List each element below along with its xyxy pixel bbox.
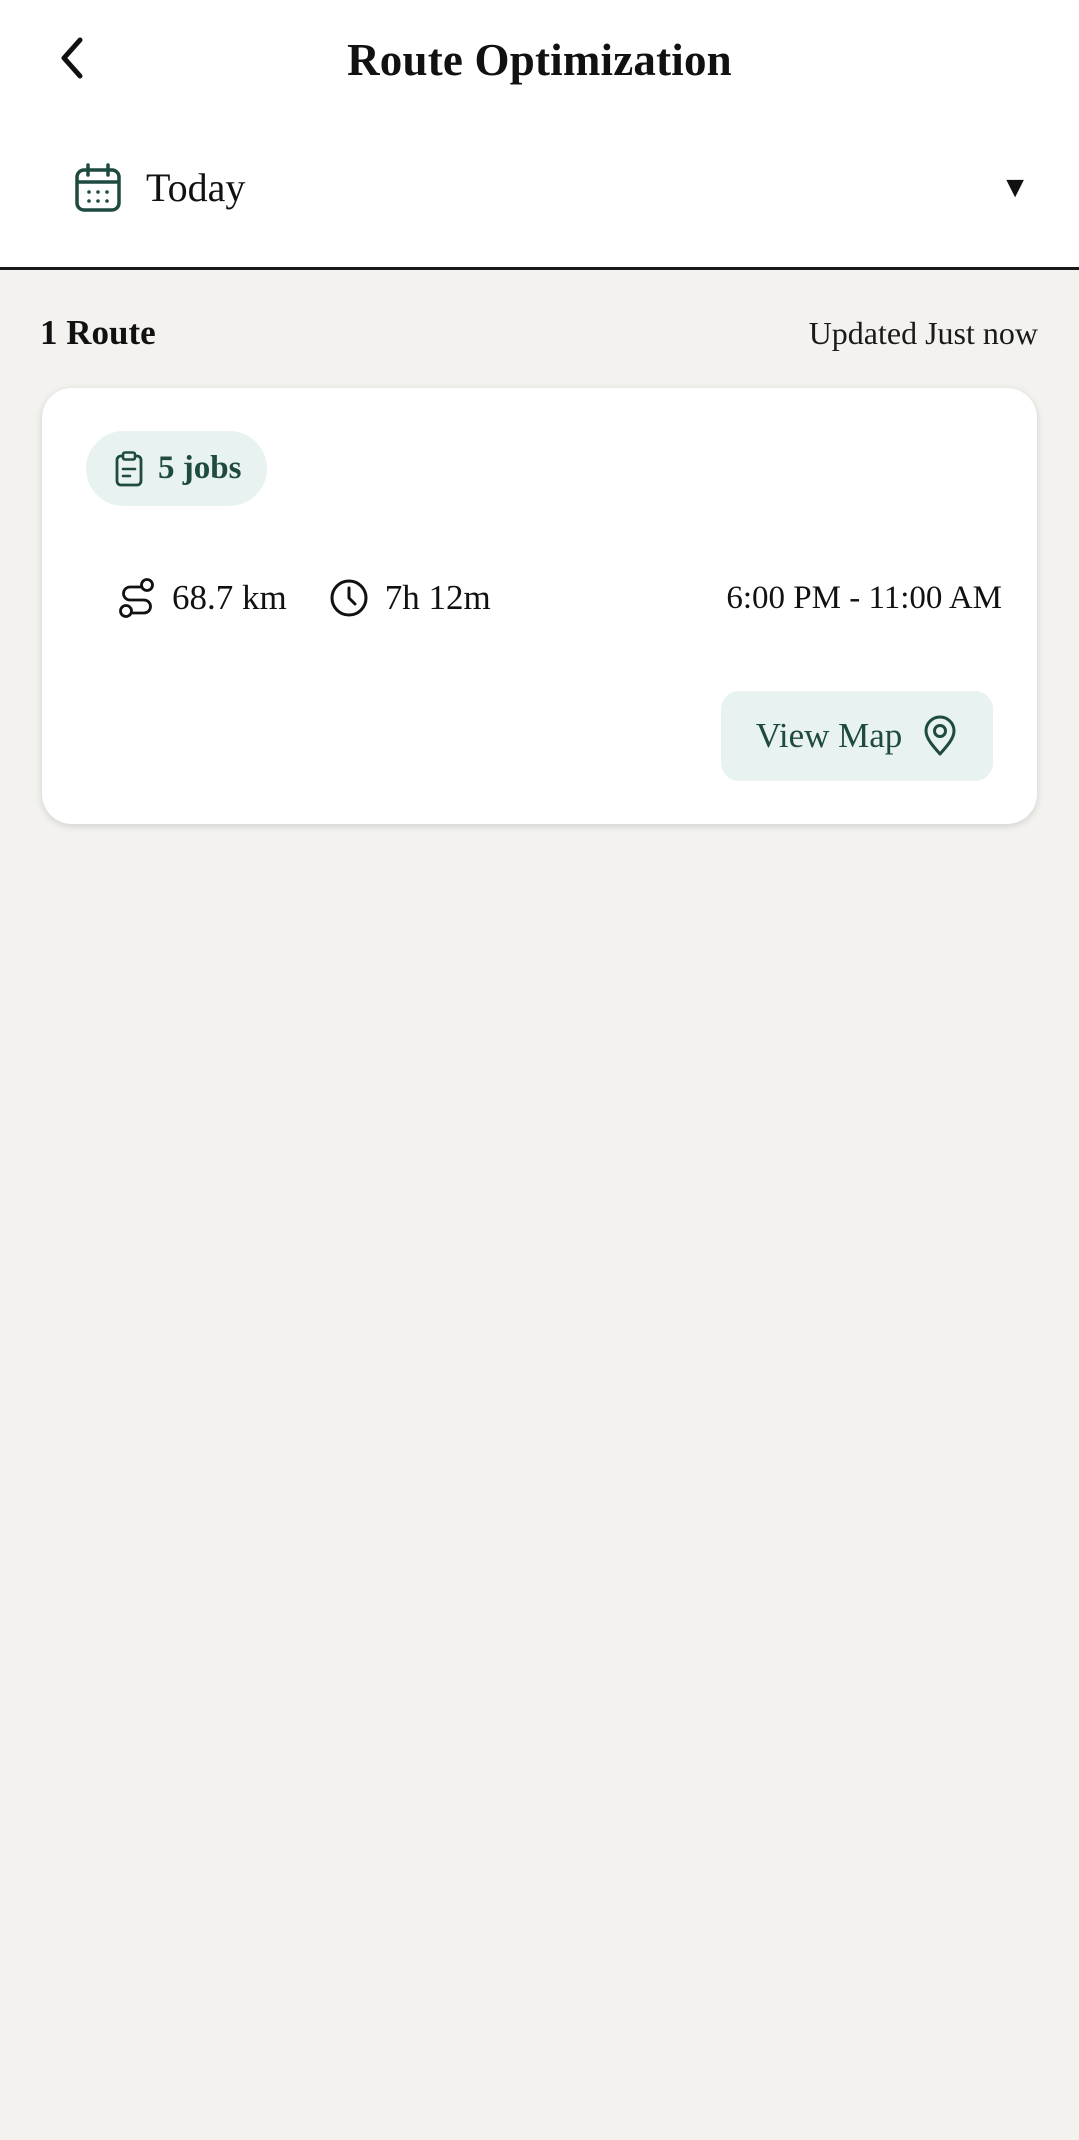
route-optimization-screen: Route Optimization Today ▼ 1 Route Updat… <box>0 0 1079 2140</box>
caret-down-icon: ▼ <box>1000 171 1030 204</box>
jobs-count: 5 jobs <box>158 450 242 486</box>
duration-value: 7h 12m <box>384 578 491 617</box>
clock-icon <box>330 579 368 617</box>
updated-status: Updated Just now <box>808 314 1038 351</box>
view-map-button[interactable]: View Map <box>721 691 993 781</box>
duration-stat: 7h 12m <box>329 578 491 618</box>
distance-value: 68.7 km <box>172 578 287 617</box>
route-card[interactable]: 5 jobs 68.7 km 7h 12m 6:00 PM - 11:00 AM <box>42 388 1037 824</box>
view-map-label: View Map <box>755 716 903 755</box>
date-filter-value: Today <box>146 165 246 210</box>
map-pin-icon <box>924 715 956 756</box>
route-icon <box>119 578 154 618</box>
routes-summary: 1 Route Updated Just now <box>40 305 1038 361</box>
page-title: Route Optimization <box>347 35 732 85</box>
time-window: 6:00 PM - 11:00 AM <box>726 579 1002 616</box>
distance-stat: 68.7 km <box>118 577 287 619</box>
route-stats: 68.7 km 7h 12m 6:00 PM - 11:00 AM <box>118 570 1002 626</box>
clipboard-icon <box>115 450 143 486</box>
header: Route Optimization Today ▼ <box>0 0 1079 270</box>
route-count: 1 Route <box>40 313 156 352</box>
date-filter-dropdown[interactable]: Today ▼ <box>70 150 1030 226</box>
calendar-icon <box>70 160 126 216</box>
jobs-badge: 5 jobs <box>86 431 268 506</box>
